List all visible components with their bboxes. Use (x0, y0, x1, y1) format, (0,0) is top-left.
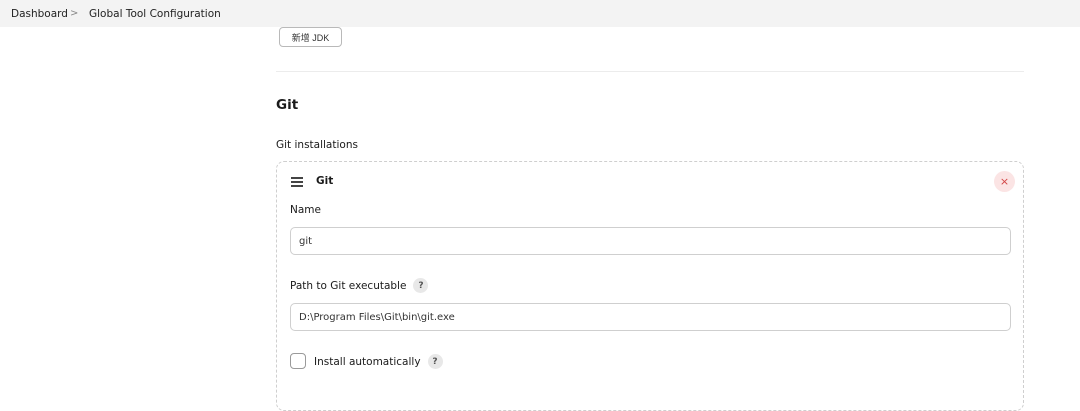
path-label: Path to Git executable ? (290, 278, 429, 293)
install-automatically-label: Install automatically ? (314, 354, 443, 369)
name-label: Name (290, 204, 321, 216)
git-section-title: Git (276, 97, 299, 113)
section-divider (276, 71, 1024, 72)
drag-handle-icon[interactable] (291, 177, 303, 187)
path-input[interactable] (290, 303, 1011, 331)
install-automatically-checkbox[interactable] (290, 353, 306, 369)
breadcrumb-dashboard[interactable]: Dashboard (11, 8, 68, 20)
path-label-text: Path to Git executable (290, 279, 407, 292)
git-installation-title: Git (316, 175, 334, 187)
breadcrumb-separator-icon: > (70, 8, 79, 19)
close-icon: × (999, 175, 1010, 188)
breadcrumb-global-tool-configuration[interactable]: Global Tool Configuration (89, 8, 221, 20)
help-icon[interactable]: ? (427, 354, 443, 369)
breadcrumb: Dashboard > Global Tool Configuration (0, 0, 1080, 27)
delete-installation-button[interactable]: × (994, 171, 1015, 192)
help-icon[interactable]: ? (413, 278, 429, 293)
name-input[interactable] (290, 227, 1011, 255)
add-jdk-button[interactable]: 新增 JDK (279, 27, 342, 47)
install-automatically-label-text: Install automatically (314, 355, 421, 368)
git-installations-label: Git installations (276, 139, 358, 151)
name-label-text: Name (290, 204, 321, 216)
